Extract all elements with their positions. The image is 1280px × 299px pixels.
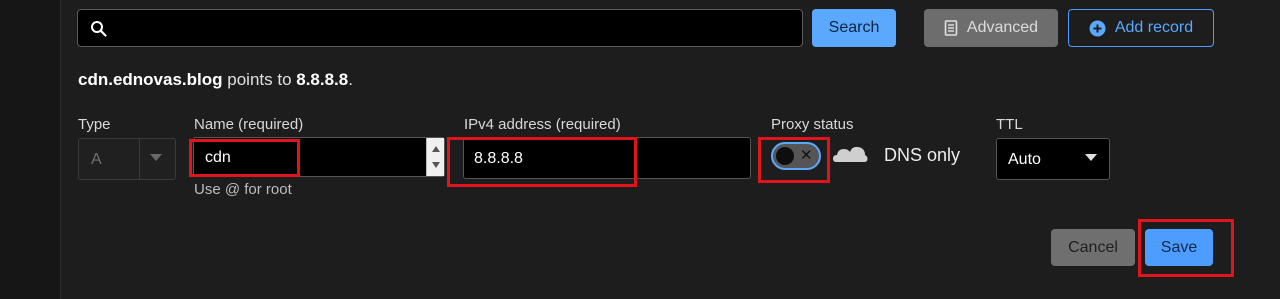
toggle-knob <box>776 147 794 165</box>
advanced-button-label: Advanced <box>966 19 1039 36</box>
proxy-status-label: Proxy status <box>771 116 854 133</box>
search-field[interactable] <box>77 9 803 47</box>
summary-middle: points to <box>222 70 297 89</box>
search-input[interactable] <box>116 10 796 46</box>
ipv4-field[interactable]: 8.8.8.8 <box>463 137 751 179</box>
ipv4-value: 8.8.8.8 <box>474 150 523 167</box>
search-button[interactable]: Search <box>812 9 896 47</box>
name-field[interactable]: cdn <box>193 137 445 177</box>
cloud-icon <box>833 146 868 162</box>
type-label: Type <box>78 116 111 133</box>
save-button[interactable]: Save <box>1145 229 1213 266</box>
save-button-label: Save <box>1160 238 1198 256</box>
cancel-button-label: Cancel <box>1068 238 1118 256</box>
ttl-select[interactable]: Auto <box>996 138 1110 180</box>
name-hint: Use @ for root <box>194 181 292 198</box>
summary-host: cdn.ednovas.blog <box>78 70 223 89</box>
search-button-label: Search <box>828 19 880 36</box>
record-summary: cdn.ednovas.blog points to 8.8.8.8. <box>78 70 353 90</box>
chevron-down-icon <box>150 154 162 161</box>
plus-circle-icon <box>1089 20 1106 36</box>
type-value: A <box>91 151 102 168</box>
summary-target: 8.8.8.8 <box>296 70 349 89</box>
name-value: cdn <box>205 149 231 166</box>
add-record-label: Add record <box>1114 19 1194 36</box>
close-icon: ✕ <box>800 147 813 164</box>
type-select[interactable]: A <box>78 138 176 180</box>
document-icon <box>944 20 958 36</box>
advanced-button[interactable]: Advanced <box>924 9 1058 47</box>
summary-end: . <box>348 70 353 89</box>
proxy-toggle[interactable]: ✕ <box>771 142 821 170</box>
spinner-up-icon[interactable] <box>431 145 441 153</box>
type-select-divider <box>139 139 140 179</box>
cancel-button[interactable]: Cancel <box>1051 229 1135 266</box>
ttl-label: TTL <box>996 116 1023 133</box>
name-stepper[interactable] <box>426 138 444 176</box>
search-icon <box>91 21 107 37</box>
proxy-status-text: DNS only <box>884 145 961 165</box>
add-record-button[interactable]: Add record <box>1068 9 1214 47</box>
name-label: Name (required) <box>194 116 304 133</box>
ipv4-label: IPv4 address (required) <box>464 116 621 133</box>
ttl-value: Auto <box>1008 151 1041 168</box>
chevron-down-icon <box>1085 154 1097 161</box>
spinner-down-icon[interactable] <box>431 161 441 169</box>
